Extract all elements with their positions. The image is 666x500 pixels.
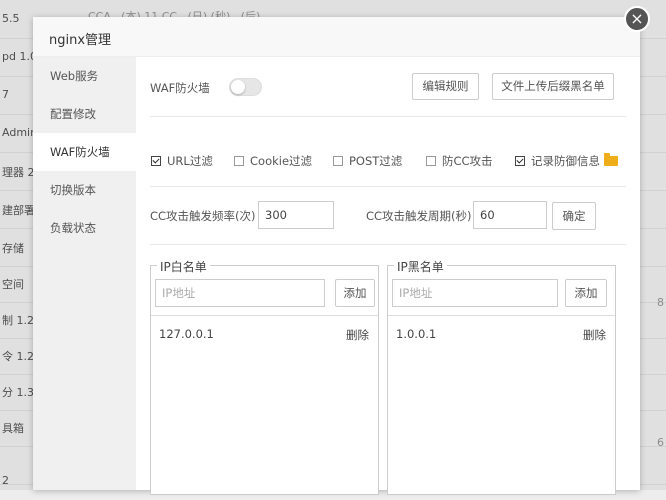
blacklist-ip-input[interactable]: IP地址 <box>392 279 558 307</box>
divider <box>151 315 378 316</box>
ip-whitelist-title: IP白名单 <box>157 258 210 275</box>
whitelist-delete-link[interactable]: 删除 <box>346 327 369 343</box>
dialog-title: nginx管理 <box>49 33 112 48</box>
whitelist-ip-input[interactable]: IP地址 <box>155 279 325 307</box>
divider <box>388 315 615 316</box>
toggle-knob <box>231 80 245 94</box>
log-defense-checkbox[interactable]: 记录防御信息 <box>515 153 618 169</box>
sidebar-item-waf[interactable]: WAF防火墙 <box>33 133 136 171</box>
blacklist-ip-entry: 1.0.0.1 <box>396 327 437 341</box>
divider <box>150 244 626 245</box>
waf-label: WAF防火墙 <box>150 81 210 95</box>
confirm-button[interactable]: 确定 <box>552 202 596 230</box>
close-icon[interactable]: × <box>624 6 650 32</box>
divider <box>150 116 626 117</box>
divider <box>150 186 626 187</box>
waf-panel: WAF防火墙 编辑规则 文件上传后缀黑名单 URL过滤 Cookie过滤 POS… <box>136 57 640 495</box>
dialog-sidebar: Web服务 配置修改 WAF防火墙 切换版本 负载状态 <box>33 57 136 490</box>
anti-cc-checkbox[interactable]: 防CC攻击 <box>426 153 493 169</box>
dialog-titlebar: nginx管理 <box>33 17 640 57</box>
url-filter-checkbox[interactable]: URL过滤 <box>151 153 213 169</box>
whitelist-ip-entry: 127.0.0.1 <box>159 327 214 341</box>
upload-blacklist-button[interactable]: 文件上传后缀黑名单 <box>492 73 614 100</box>
cc-frequency-label: CC攻击触发频率(次) <box>150 209 256 223</box>
nginx-manager-dialog: nginx管理 Web服务 配置修改 WAF防火墙 切换版本 负载状态 WAF防… <box>33 17 640 495</box>
cc-period-input[interactable]: 60 <box>473 201 547 229</box>
checkbox-empty-icon <box>333 156 343 166</box>
blacklist-delete-link[interactable]: 删除 <box>583 327 606 343</box>
blacklist-add-button[interactable]: 添加 <box>565 279 607 307</box>
waf-toggle[interactable] <box>229 78 262 96</box>
folder-icon[interactable] <box>604 153 618 166</box>
ip-whitelist-panel: IP白名单 IP地址 添加 127.0.0.1 删除 <box>150 258 379 495</box>
whitelist-add-button[interactable]: 添加 <box>335 279 375 307</box>
sidebar-item-switch-version[interactable]: 切换版本 <box>33 171 136 209</box>
sidebar-item-load-status[interactable]: 负载状态 <box>33 209 136 247</box>
cc-frequency-input[interactable]: 300 <box>258 201 334 229</box>
cc-period-label: CC攻击触发周期(秒) <box>366 209 472 223</box>
sidebar-item-config-edit[interactable]: 配置修改 <box>33 95 136 133</box>
ip-blacklist-title: IP黑名单 <box>394 258 447 275</box>
checkbox-empty-icon <box>426 156 436 166</box>
ip-blacklist-panel: IP黑名单 IP地址 添加 1.0.0.1 删除 <box>387 258 616 495</box>
checkbox-checked-icon <box>151 156 161 166</box>
post-filter-checkbox[interactable]: POST过滤 <box>333 153 402 169</box>
edit-rules-button[interactable]: 编辑规则 <box>412 73 479 100</box>
checkbox-empty-icon <box>234 156 244 166</box>
cookie-filter-checkbox[interactable]: Cookie过滤 <box>234 153 312 169</box>
sidebar-item-web-service[interactable]: Web服务 <box>33 57 136 95</box>
checkbox-checked-icon <box>515 156 525 166</box>
